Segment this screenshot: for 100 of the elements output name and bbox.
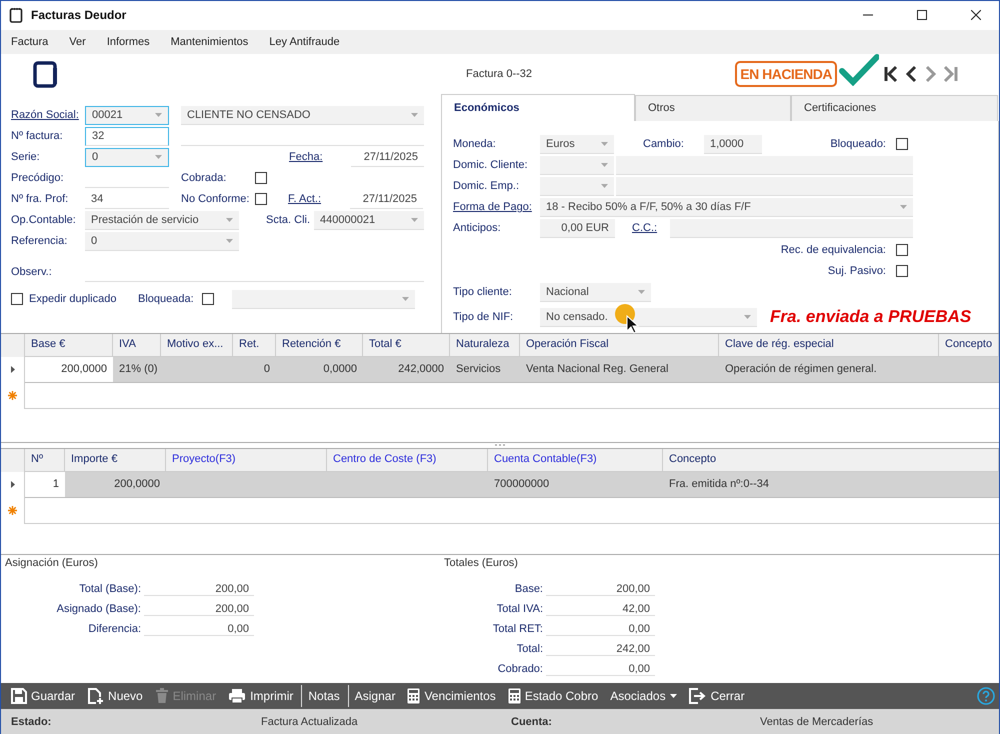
new-row-icon — [8, 506, 17, 516]
splitter-grip-icon[interactable] — [495, 444, 505, 446]
field-label[interactable]: C.C.: — [632, 222, 670, 234]
new-document-icon — [87, 688, 104, 705]
checkbox-label: Expedir duplicado — [29, 293, 118, 306]
total-label: Diferencia: — [87, 623, 142, 636]
calculator-icon — [407, 688, 420, 704]
table-cell: 0,0000 — [276, 356, 363, 383]
field-label: Op.Contable: — [11, 214, 77, 226]
menu-item[interactable]: Mantenimientos — [170, 36, 248, 48]
help-icon[interactable] — [977, 687, 995, 706]
field-label: Domic. Emp.: — [453, 180, 520, 192]
checkbox[interactable] — [11, 293, 23, 306]
caret-icon — [601, 184, 608, 188]
table-cell: 0 — [233, 356, 276, 383]
dropdown-field[interactable] — [232, 290, 415, 309]
close-icon[interactable] — [971, 10, 981, 20]
checkbox[interactable] — [202, 293, 214, 306]
checkbox[interactable] — [896, 265, 908, 278]
section-title: Asignación (Euros) — [5, 557, 99, 572]
dropdown-field[interactable] — [540, 156, 614, 175]
input-field[interactable]: 1,0000 — [704, 134, 762, 154]
tab[interactable]: Certificaciones — [791, 94, 998, 121]
menu-item[interactable]: Ver — [69, 36, 86, 48]
menu-item[interactable]: Ley Antifraude — [269, 36, 340, 48]
toolbar-button[interactable]: Vencimientos — [401, 685, 502, 708]
section-title: Totales (Euros) — [444, 557, 519, 572]
total-value: 200,00 — [546, 582, 655, 596]
table-cell: Operación de régimen general. — [719, 356, 939, 383]
dropdown-field[interactable]: 0 — [85, 148, 169, 167]
dropdown-field[interactable]: 440000021 — [314, 210, 424, 230]
toolbar-button[interactable]: Cerrar — [682, 685, 751, 708]
dropdown-field[interactable]: Prestación de servicio — [85, 210, 239, 230]
input-field[interactable]: 0,00 EUR — [540, 218, 615, 238]
field-label: Serie: — [11, 151, 41, 164]
caret-icon — [226, 218, 233, 222]
checkbox[interactable] — [255, 193, 267, 206]
checkbox-label: Rec. de equivalencia: — [780, 244, 886, 256]
dropdown-field[interactable]: 00021 — [85, 106, 169, 125]
table-cell: 200,0000 — [65, 472, 166, 498]
checkbox[interactable] — [255, 172, 267, 184]
checkbox[interactable] — [896, 244, 908, 256]
toolbar-button[interactable]: Imprimir — [222, 685, 300, 708]
menu-item[interactable]: Factura — [11, 36, 48, 48]
dropdown-field[interactable] — [540, 176, 614, 196]
invoice-number: Factura 0--32 — [466, 68, 532, 80]
first-record-icon[interactable] — [883, 64, 899, 83]
caret-icon — [226, 238, 233, 243]
toolbar-button[interactable]: Asociados — [604, 685, 683, 708]
status-label: Cuenta: — [510, 716, 553, 728]
input-field[interactable] — [616, 176, 913, 196]
dropdown-field[interactable]: Nacional — [540, 282, 651, 302]
table-row[interactable]: 1 200,0000 700000000 Fra. emitida nº:0--34 — [1, 472, 999, 498]
caret-icon — [900, 204, 907, 209]
caret-icon — [155, 155, 162, 160]
exit-icon — [688, 688, 707, 704]
field-label: Observ.: — [11, 266, 53, 278]
previous-icon[interactable] — [903, 64, 919, 83]
field-label: Anticipos: — [453, 222, 502, 234]
field-label: Precódigo: — [11, 172, 65, 184]
input-field[interactable]: 32 — [85, 126, 169, 146]
checkbox-label: Suj. Pasivo: — [826, 265, 886, 278]
table-row[interactable]: 200,0000 21% (0) 0 0,0000 242,0000 Servicios Venta Nacional Reg. General Operación de régimen general. — [1, 356, 999, 383]
toolbar-button[interactable]: Asignar — [348, 685, 402, 708]
total-value: 242,00 — [546, 642, 655, 656]
caret-icon — [744, 314, 751, 319]
total-value: 0,00 — [546, 622, 655, 636]
toolbar-button[interactable]: Nuevo — [81, 685, 149, 708]
tab[interactable]: Otros — [635, 94, 791, 121]
field-label: Bloqueado: — [829, 138, 886, 150]
input-field[interactable] — [670, 218, 913, 238]
toolbar-button[interactable]: Notas — [301, 685, 346, 708]
field-label[interactable]: Forma de Pago: — [453, 201, 540, 214]
total-label: Base: — [514, 583, 544, 596]
table-cell: 700000000 — [488, 472, 663, 498]
field-label[interactable]: Razón Social: — [11, 109, 85, 122]
input-field[interactable] — [616, 156, 913, 175]
field-label: Domic. Cliente: — [453, 159, 529, 172]
dropdown-field[interactable]: Euros — [540, 134, 614, 154]
field-label: Referencia: — [11, 235, 68, 248]
toolbar-button[interactable]: Guardar — [5, 685, 82, 708]
caret-icon — [411, 112, 418, 117]
status-stamp: EN HACIENDA — [735, 60, 837, 87]
status-text: Factura Actualizada — [260, 716, 359, 728]
field-label[interactable]: F. Act.: — [288, 193, 350, 206]
checkbox[interactable] — [896, 138, 908, 150]
tab[interactable]: Económicos — [441, 94, 635, 121]
field-label: Bloqueada: — [138, 293, 195, 306]
dropdown-field[interactable]: CLIENTE NO CENSADO — [181, 106, 424, 125]
caret-icon — [670, 694, 677, 698]
total-label: Cobrado: — [496, 663, 544, 676]
maximize-icon[interactable] — [917, 10, 927, 20]
toolbar-button[interactable]: Estado Cobro — [502, 685, 604, 708]
dropdown-field[interactable]: 0 — [85, 232, 239, 251]
dropdown-field[interactable]: 18 - Recibo 50% a F/F, 50% a 30 días F/F — [540, 198, 913, 217]
table-cell: 1 — [25, 472, 65, 498]
field-label[interactable]: Fecha: — [289, 151, 351, 164]
dropdown-field[interactable]: No censado. — [540, 308, 757, 327]
caret-icon — [411, 218, 418, 222]
menu-item[interactable]: Informes — [106, 36, 150, 48]
